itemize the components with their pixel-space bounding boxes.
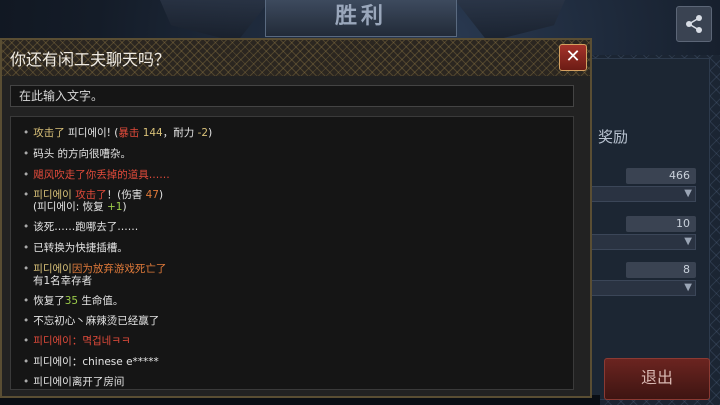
message-fragment: 피디에이：chinese e***** (33, 356, 159, 368)
message-fragment: 피디에이 (33, 189, 76, 201)
reward-label: 奖励 (598, 128, 629, 146)
bullet-icon: • (23, 221, 30, 233)
message-fragment: 피디에이离开了房间 (33, 376, 125, 388)
bullet-icon: • (23, 315, 30, 327)
message-fragment: 35 (64, 295, 79, 307)
message-list[interactable]: • 攻击了 피디에이! (暴击 144，耐力 -2) • 码头 的方向很嘈杂。 • 飓风吹… (10, 116, 574, 390)
message-fragment: 恢复了 (33, 295, 65, 307)
share-button[interactable] (676, 6, 712, 42)
message-fragment: 피디에이 (33, 263, 72, 275)
bullet-icon: • (23, 148, 30, 160)
bullet-icon: • (23, 263, 30, 275)
share-icon (686, 15, 702, 33)
message-fragment: ) (122, 201, 127, 213)
chat-message: • 不忘初心丶麻辣烫已经赢了 (23, 315, 159, 327)
message-fragment: 已转换为快捷插槽。 (33, 242, 128, 254)
message-fragment: ) (208, 127, 213, 139)
message-fragment: 피디에이：멱겁네ㅋㅋ (33, 335, 131, 347)
bullet-icon: • (23, 242, 30, 254)
bullet-icon: • (23, 189, 30, 201)
chat-message: • 已转换为快捷插槽。 (23, 242, 128, 254)
chevron-down-icon: ▼ (684, 188, 692, 199)
message-fragment: +1 (106, 201, 123, 213)
bullet-icon: • (23, 169, 30, 181)
message-fragment: 码头 的方向很嘈杂。 (33, 148, 132, 160)
chat-title: 你还有闲工夫聊天吗？ (10, 50, 171, 69)
message-fragment: ！(伤害 (106, 189, 146, 201)
message-fragment: 暴击 (118, 127, 143, 139)
bullet-icon: • (23, 127, 30, 139)
close-button[interactable]: ✕ (559, 44, 587, 71)
chat-message: • 피디에이因为放弃游戏死亡了 有1名幸存者 (23, 263, 166, 287)
chat-message: • 攻击了 피디에이! (暴击 144，耐力 -2) (23, 127, 212, 139)
reward-value: 10 (626, 216, 696, 232)
message-fragment: 生命值。 (78, 295, 124, 307)
message-fragment: 不忘初心丶麻辣烫已经赢了 (33, 315, 160, 327)
message-fragment: ，耐力 (162, 127, 198, 139)
bullet-icon: • (23, 335, 30, 347)
bullet-icon: • (23, 356, 30, 368)
message-fragment: 飓风吹走了你丢掉的道具…… (33, 169, 170, 181)
message-fragment: 攻击了 (33, 127, 69, 139)
chat-message: • 飓风吹走了你丢掉的道具…… (23, 169, 170, 181)
message-fragment: -2 (197, 127, 209, 139)
message-second-line: 有1名幸存者 (23, 275, 166, 287)
message-fragment: ) (159, 189, 164, 201)
victory-title: 胜利 (265, 0, 457, 37)
chat-message: • 恢复了35 生命值。 (23, 295, 123, 307)
reward-value: 8 (626, 262, 696, 278)
message-fragment: 有1名幸存者 (33, 275, 93, 287)
message-fragment: 因为放弃游戏死亡了 (71, 263, 167, 275)
message-fragment: 47 (145, 189, 159, 201)
reward-dropdown[interactable] (590, 234, 696, 250)
message-fragment: (피디에이: 恢复 (33, 201, 107, 213)
reward-dropdown[interactable] (590, 186, 696, 202)
chat-dialog: 你还有闲工夫聊天吗？ ✕ •攻击了 피디에이! (暴击 144，耐力 -2)•码… (0, 38, 592, 398)
message-second-line: (피디에이: 恢复 +1) (23, 201, 163, 213)
chat-message: • 码头 的方向很嘈杂。 (23, 148, 131, 160)
chat-header: 你还有闲工夫聊天吗？ ✕ (2, 40, 590, 76)
chat-input[interactable] (10, 85, 574, 107)
reward-value: 466 (626, 168, 696, 184)
bullet-icon: • (23, 295, 30, 307)
message-fragment: 144 (142, 127, 163, 139)
bullet-icon: • (23, 376, 30, 388)
chevron-down-icon: ▼ (684, 282, 692, 293)
chevron-down-icon: ▼ (684, 236, 692, 247)
message-fragment: 피디에이! ( (68, 127, 119, 139)
message-fragment: 攻击了 (75, 189, 107, 201)
chat-message: • 피디에이：멱겁네ㅋㅋ (23, 335, 131, 347)
chat-message: • 피디에이 攻击了！(伤害 47) (피디에이: 恢复 +1) (23, 189, 163, 213)
chat-message: • 피디에이离开了房间 (23, 376, 124, 388)
close-icon: ✕ (565, 46, 581, 67)
chat-message: • 该死……跑哪去了…… (23, 221, 138, 233)
reward-dropdown[interactable] (590, 280, 696, 296)
message-fragment: 该死……跑哪去了…… (33, 221, 139, 233)
exit-button[interactable]: 退出 (604, 358, 710, 400)
chat-message: • 피디에이：chinese e***** (23, 356, 159, 368)
